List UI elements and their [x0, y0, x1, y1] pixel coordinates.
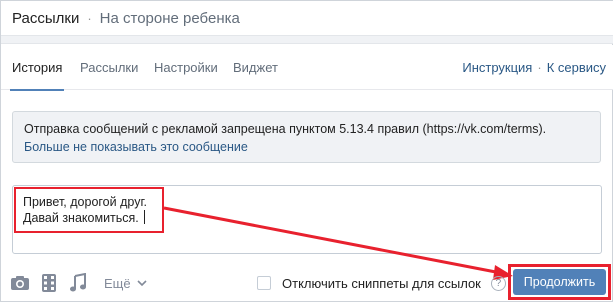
panel-header: Рассылки · На стороне ребенка [1, 1, 613, 35]
links-separator: · [537, 60, 542, 75]
tab-history[interactable]: История [9, 45, 65, 91]
tab-settings[interactable]: Настройки [154, 45, 218, 90]
video-icon[interactable] [38, 272, 60, 294]
terms-link[interactable]: https://vk.com/terms [427, 122, 539, 136]
camera-icon[interactable] [9, 272, 31, 294]
mailing-panel: Рассылки · На стороне ребенка История Ра… [0, 0, 613, 302]
title-separator: · [87, 10, 92, 26]
help-icon[interactable]: ? [490, 275, 506, 291]
dismiss-notice-link[interactable]: Больше не показывать это сообщение [24, 138, 600, 156]
disable-snippets-row: Отключить сниппеты для ссылок ? [257, 273, 506, 293]
ad-warning-notice: Отправка сообщений с рекламой запрещена … [12, 111, 601, 163]
disable-snippets-label[interactable]: Отключить сниппеты для ссылок [282, 276, 481, 291]
chevron-down-icon [137, 280, 147, 287]
to-service-link[interactable]: К сервису [547, 60, 606, 75]
notice-message: Отправка сообщений с рекламой запрещена … [24, 122, 427, 136]
continue-highlight-box: Продолжить [508, 264, 611, 300]
notice-text: Отправка сообщений с рекламой запрещена … [24, 120, 600, 138]
tab-bar: История Рассылки Настройки Виджет Инстру… [1, 45, 613, 91]
more-label: Ещё [104, 275, 131, 291]
message-highlight-box [14, 187, 164, 233]
top-links: Инструкция · К сервису [462, 45, 606, 90]
header-divider [1, 35, 613, 44]
disable-snippets-checkbox[interactable] [257, 276, 271, 290]
tab-widget[interactable]: Виджет [233, 45, 278, 90]
music-icon[interactable] [67, 272, 89, 294]
instruction-link[interactable]: Инструкция [462, 60, 532, 75]
page-title: Рассылки [12, 9, 80, 27]
more-attachments-button[interactable]: Ещё [104, 273, 147, 293]
tab-mailings[interactable]: Рассылки [80, 45, 138, 90]
notice-message-end: ). [538, 122, 547, 136]
continue-button[interactable]: Продолжить [513, 269, 606, 295]
community-name: На стороне ребенка [99, 9, 240, 27]
